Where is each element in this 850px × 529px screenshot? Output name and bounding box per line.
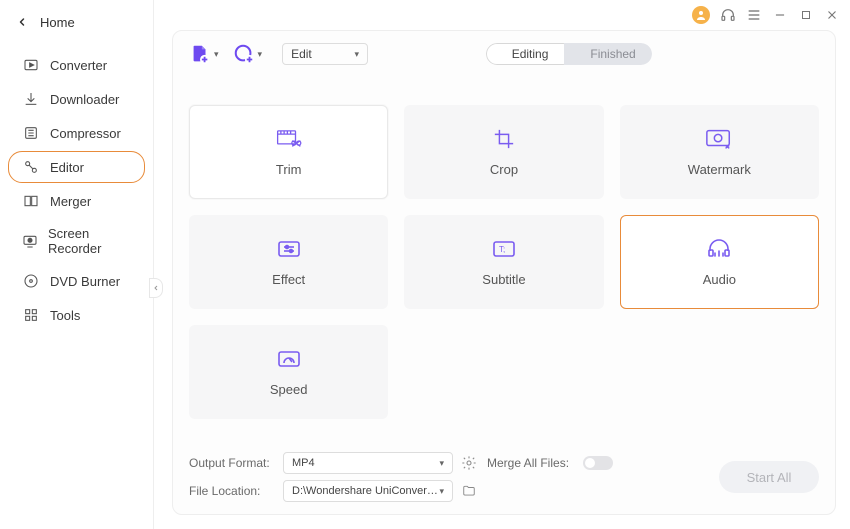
chevron-down-icon: ▾: [258, 49, 263, 60]
sidebar-item-downloader[interactable]: Downloader: [8, 83, 145, 115]
watermark-icon: [705, 128, 733, 150]
sidebar-item-dvd-burner[interactable]: DVD Burner: [8, 265, 145, 297]
sidebar-item-label: Converter: [50, 58, 107, 73]
svg-text:T;: T;: [499, 245, 505, 254]
content-card: ▾ ▾ Edit ▾ Editing Finished Tri: [172, 30, 836, 515]
chevron-down-icon: ▾: [439, 486, 444, 497]
dvd-icon: [22, 272, 40, 290]
add-url-button[interactable]: ▾: [233, 43, 263, 65]
tile-label: Trim: [276, 162, 302, 177]
sidebar-item-label: Tools: [50, 308, 80, 323]
menu-icon[interactable]: [746, 7, 762, 23]
chevron-down-icon: ▾: [214, 49, 219, 60]
headphones-icon[interactable]: [720, 7, 736, 23]
tab-finished[interactable]: Finished: [564, 43, 652, 65]
tile-label: Speed: [270, 382, 308, 397]
output-format-label: Output Format:: [189, 456, 277, 470]
tile-label: Watermark: [688, 162, 751, 177]
output-settings-button[interactable]: [459, 453, 479, 473]
footer-row: Output Format: MP4 ▾ Merge All Files: Fi…: [183, 444, 825, 504]
editor-icon: [22, 158, 40, 176]
sidebar-item-label: Merger: [50, 194, 91, 209]
tile-label: Subtitle: [482, 272, 525, 287]
tile-speed[interactable]: Speed: [189, 325, 388, 419]
effect-icon: [275, 238, 303, 260]
file-location-label: File Location:: [189, 484, 277, 498]
main: ▾ ▾ Edit ▾ Editing Finished Tri: [154, 0, 850, 529]
trim-icon: [275, 128, 303, 150]
audio-icon: [705, 238, 733, 260]
sidebar: Home Converter Downloader Compressor Editor…: [0, 0, 154, 529]
sidebar-item-label: Editor: [50, 160, 84, 175]
tools-icon: [22, 306, 40, 324]
minimize-button[interactable]: [772, 7, 788, 23]
collapse-sidebar-button[interactable]: [149, 278, 163, 298]
tab-editing[interactable]: Editing: [486, 43, 574, 65]
chevron-down-icon: ▾: [439, 458, 444, 469]
mode-dropdown-value: Edit: [291, 47, 312, 61]
user-avatar-icon[interactable]: [692, 6, 710, 24]
sidebar-item-converter[interactable]: Converter: [8, 49, 145, 81]
tile-watermark[interactable]: Watermark: [620, 105, 819, 199]
start-all-button[interactable]: Start All: [719, 461, 819, 493]
output-format-value: MP4: [292, 457, 315, 469]
open-folder-button[interactable]: [459, 481, 479, 501]
sidebar-item-tools[interactable]: Tools: [8, 299, 145, 331]
speed-icon: [275, 348, 303, 370]
titlebar: [154, 0, 850, 26]
tile-label: Audio: [703, 272, 736, 287]
mode-segmented-control: Editing Finished: [486, 43, 652, 65]
sidebar-item-editor[interactable]: Editor: [8, 151, 145, 183]
sidebar-item-label: Compressor: [50, 126, 121, 141]
sidebar-item-label: DVD Burner: [50, 274, 120, 289]
maximize-button[interactable]: [798, 7, 814, 23]
file-location-select[interactable]: D:\Wondershare UniConverter 1 ▾: [283, 480, 453, 502]
crop-icon: [490, 128, 518, 150]
sidebar-item-compressor[interactable]: Compressor: [8, 117, 145, 149]
output-format-select[interactable]: MP4 ▾: [283, 452, 453, 474]
sidebar-item-label: Downloader: [50, 92, 119, 107]
sidebar-item-screen-recorder[interactable]: Screen Recorder: [8, 219, 145, 263]
merge-toggle[interactable]: [583, 456, 623, 470]
tile-label: Effect: [272, 272, 305, 287]
add-file-button[interactable]: ▾: [189, 43, 219, 65]
downloader-icon: [22, 90, 40, 108]
sidebar-item-label: Screen Recorder: [48, 226, 131, 256]
tile-audio[interactable]: Audio: [620, 215, 819, 309]
merger-icon: [22, 192, 40, 210]
subtitle-icon: T;: [490, 238, 518, 260]
tile-subtitle[interactable]: T; Subtitle: [404, 215, 603, 309]
sidebar-title: Home: [40, 15, 75, 30]
sidebar-item-merger[interactable]: Merger: [8, 185, 145, 217]
mode-dropdown[interactable]: Edit ▾: [282, 43, 368, 65]
chevron-down-icon: ▾: [355, 49, 360, 60]
tile-effect[interactable]: Effect: [189, 215, 388, 309]
compressor-icon: [22, 124, 40, 142]
toolbar: ▾ ▾ Edit ▾ Editing Finished: [183, 41, 825, 71]
recorder-icon: [22, 232, 38, 250]
tile-crop[interactable]: Crop: [404, 105, 603, 199]
close-button[interactable]: [824, 7, 840, 23]
file-location-value: D:\Wondershare UniConverter 1: [292, 485, 439, 497]
tile-trim[interactable]: Trim: [189, 105, 388, 199]
merge-label: Merge All Files:: [487, 456, 577, 470]
back-icon[interactable]: [14, 14, 30, 30]
converter-icon: [22, 56, 40, 74]
tile-label: Crop: [490, 162, 518, 177]
